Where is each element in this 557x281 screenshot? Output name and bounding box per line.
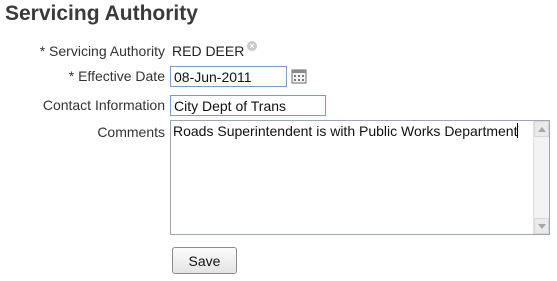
- scroll-up-arrow-icon[interactable]: [534, 121, 549, 137]
- page-title: Servicing Authority: [5, 2, 198, 25]
- scroll-down-arrow-icon[interactable]: [534, 218, 549, 234]
- servicing-authority-label: * Servicing Authority: [39, 43, 165, 59]
- effective-date-label: * Effective Date: [68, 68, 165, 84]
- comments-scrollbar[interactable]: [533, 121, 549, 234]
- effective-date-input[interactable]: [170, 66, 287, 87]
- comments-text: Roads Superintendent is with Public Work…: [173, 123, 519, 139]
- contact-information-input[interactable]: [170, 95, 326, 116]
- clear-icon[interactable]: ×: [247, 41, 257, 51]
- servicing-authority-value: RED DEER: [172, 43, 245, 59]
- text-caret: [517, 123, 519, 138]
- calendar-icon[interactable]: [291, 68, 307, 84]
- comments-label: Comments: [97, 124, 165, 140]
- comments-textarea[interactable]: Roads Superintendent is with Public Work…: [170, 120, 550, 235]
- save-button[interactable]: Save: [172, 247, 237, 274]
- contact-information-label: Contact Information: [42, 97, 165, 113]
